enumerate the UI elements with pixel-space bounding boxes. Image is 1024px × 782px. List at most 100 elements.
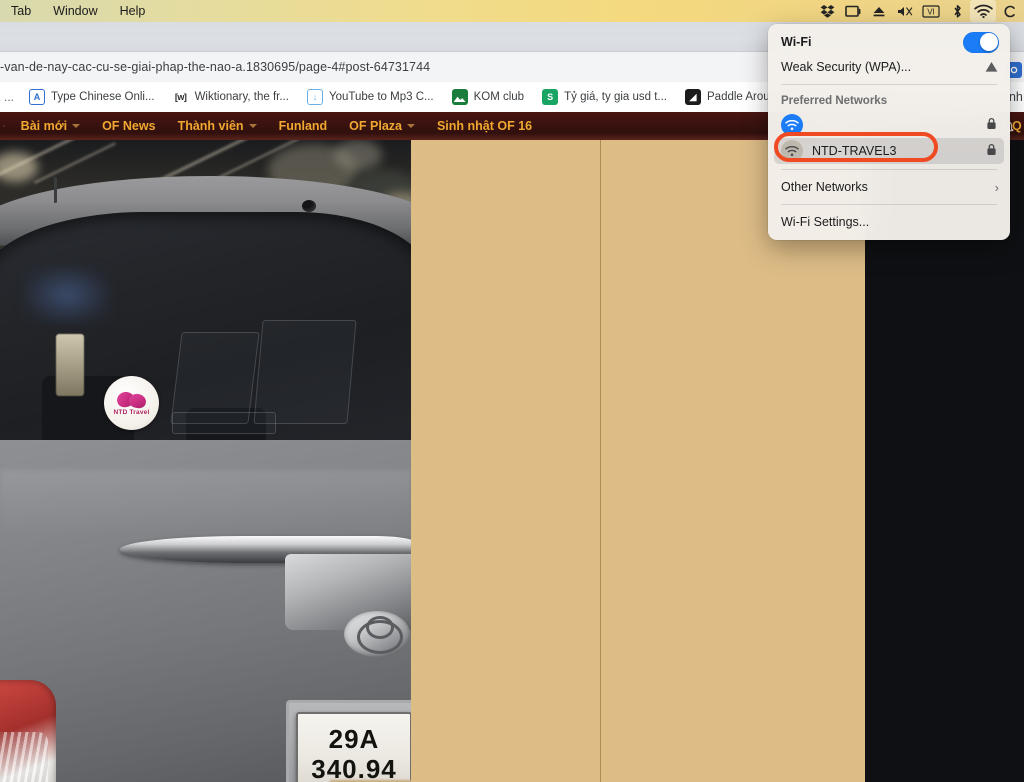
sticker-label: NTD Travel <box>113 409 150 416</box>
toggle-knob <box>979 33 998 51</box>
dropbox-icon[interactable] <box>814 0 840 22</box>
window-reflection <box>22 265 112 325</box>
lock-glyph-icon <box>987 117 996 129</box>
bookmark-type-chinese[interactable]: A Type Chinese Onli... <box>20 85 164 109</box>
other-networks-row[interactable]: Other Networks › <box>768 175 1010 199</box>
toyota-emblem-icon <box>344 611 410 657</box>
wifi-glyph-icon <box>973 4 993 18</box>
menu-separator-2 <box>781 169 997 170</box>
car-body-sheen <box>0 470 411 540</box>
license-plate: 29A 340.94 <box>296 712 411 782</box>
weak-security-row[interactable]: Weak Security (WPA)... <box>768 55 1010 79</box>
nav-label: OF News <box>102 119 156 133</box>
warning-glyph-icon <box>985 62 998 72</box>
wifi-connected-icon <box>781 114 803 136</box>
eject-icon[interactable] <box>866 0 892 22</box>
bookmark-wiktionary[interactable]: [w] Wiktionary, the fr... <box>164 85 298 109</box>
wifi-signal-glyph-icon <box>785 145 799 156</box>
taillight-lens <box>0 732 48 782</box>
input-source-glyph-icon: VI <box>922 4 940 18</box>
chevron-down-icon <box>248 124 257 128</box>
wifi-toggle[interactable] <box>963 31 999 53</box>
menu-item-tab[interactable]: Tab <box>0 0 42 22</box>
download-circle-icon: ↓ <box>306 89 323 105</box>
bluetooth-icon[interactable] <box>944 0 970 22</box>
screen-mirroring-glyph-icon <box>844 5 860 17</box>
bookmark-label: KOM club <box>473 91 525 103</box>
speaker-mute-glyph-icon <box>898 6 913 16</box>
content-divider <box>600 140 601 782</box>
screen: NTD Travel 29A 340.94 TOYOTA INNOVA -van… <box>0 0 1024 782</box>
preferred-networks-header: Preferred Networks <box>781 95 888 107</box>
nav-label: Thành viên <box>177 119 244 133</box>
lock-glyph-icon <box>987 143 996 155</box>
network-item-connected[interactable] <box>774 112 1004 138</box>
nav-edge-char: Q <box>1012 119 1022 133</box>
nav-item-of-plaza[interactable]: OF Plaza <box>338 112 426 140</box>
interior-light <box>56 334 84 396</box>
bookmark-label: YouTube to Mp3 C... <box>328 91 434 103</box>
bookmark-kom-club[interactable]: KOM club <box>443 85 534 109</box>
menu-item-help[interactable]: Help <box>109 0 157 22</box>
bookmark-label: Wiktionary, the fr... <box>194 91 289 103</box>
bookmarks-overflow[interactable]: ... <box>0 90 20 104</box>
circle-a-icon: A <box>29 89 46 105</box>
paddle-icon: ◢ <box>685 89 701 105</box>
control-center-icon[interactable] <box>996 0 1022 22</box>
wifi-icon[interactable] <box>970 0 996 22</box>
menu-item-window[interactable]: Window <box>42 0 108 22</box>
car-antenna <box>54 177 57 203</box>
sticker-logo-icon <box>116 390 148 408</box>
wiktionary-icon: [w] <box>174 92 187 102</box>
image-icon <box>451 89 468 105</box>
ntd-travel-sticker: NTD Travel <box>104 376 159 430</box>
nav-item-funland[interactable]: Funland <box>268 112 339 140</box>
bluetooth-glyph-icon <box>953 4 961 18</box>
wifi-signal-glyph-icon <box>785 119 799 130</box>
bookmark-ty-gia[interactable]: S Tỷ giá, ty gia usd t... <box>533 85 676 109</box>
interior-glass-3 <box>172 412 276 434</box>
system-tray[interactable]: VI <box>814 0 1024 22</box>
screen-mirroring-icon[interactable] <box>840 0 866 22</box>
nav-item-thanh-vien[interactable]: Thành viên <box>167 112 268 140</box>
menu-separator-1 <box>781 84 997 85</box>
nav-leading-dots: · <box>2 120 6 132</box>
wifi-signal-icon <box>781 140 803 162</box>
post-image-car[interactable]: NTD Travel 29A 340.94 TOYOTA INNOVA <box>0 140 411 782</box>
chevron-down-icon <box>406 124 415 128</box>
chevron-down-icon <box>72 124 81 128</box>
interior-glass-2 <box>253 320 357 424</box>
interior-glass-1 <box>170 332 260 424</box>
wifi-dropdown-menu[interactable]: Wi-Fi Weak Security (WPA)... Preferred N… <box>768 24 1010 240</box>
nav-label: Funland <box>278 119 328 133</box>
network-name: NTD-TRAVEL3 <box>812 144 897 158</box>
bookmark-label: Type Chinese Onli... <box>51 91 155 103</box>
nav-item-bai-moi[interactable]: Bài mới <box>10 112 91 140</box>
warning-triangle-icon <box>984 60 999 74</box>
wifi-title: Wi-Fi <box>781 35 812 49</box>
other-networks-label: Other Networks <box>781 180 868 194</box>
lock-icon <box>986 143 997 159</box>
nav-item-sinh-nhat-of-16[interactable]: Sinh nhật OF 16 <box>426 112 543 140</box>
wifi-header-row: Wi-Fi <box>768 29 1010 55</box>
network-item-ntd-travel3[interactable]: NTD-TRAVEL3 <box>774 138 1004 164</box>
url-text: -van-de-nay-cac-cu-se-giai-phap-the-nao-… <box>0 60 431 74</box>
nav-label: Bài mới <box>20 119 68 133</box>
control-center-glyph-icon <box>1004 5 1015 17</box>
plate-line-2: 340.94 <box>311 754 397 782</box>
wifi-settings-row[interactable]: Wi-Fi Settings... <box>768 210 1010 234</box>
nav-item-of-news[interactable]: OF News <box>91 112 167 140</box>
svg-text:VI: VI <box>927 7 935 16</box>
plate-line-1: 29A <box>328 724 380 754</box>
car-rear-camera <box>302 200 316 212</box>
weak-security-label: Weak Security (WPA)... <box>781 60 912 74</box>
wifi-settings-label: Wi-Fi Settings... <box>781 215 870 229</box>
input-source-icon[interactable]: VI <box>918 0 944 22</box>
mac-menu-bar[interactable]: Tab Window Help VI <box>0 0 1024 22</box>
speaker-mute-icon[interactable] <box>892 0 918 22</box>
bookmark-youtube-mp3[interactable]: ↓ YouTube to Mp3 C... <box>298 85 443 109</box>
s-badge-icon: S <box>542 89 559 105</box>
nav-label: Sinh nhật OF 16 <box>436 119 533 133</box>
gear-glyph-icon <box>1010 66 1018 74</box>
menu-separator-3 <box>781 204 997 205</box>
